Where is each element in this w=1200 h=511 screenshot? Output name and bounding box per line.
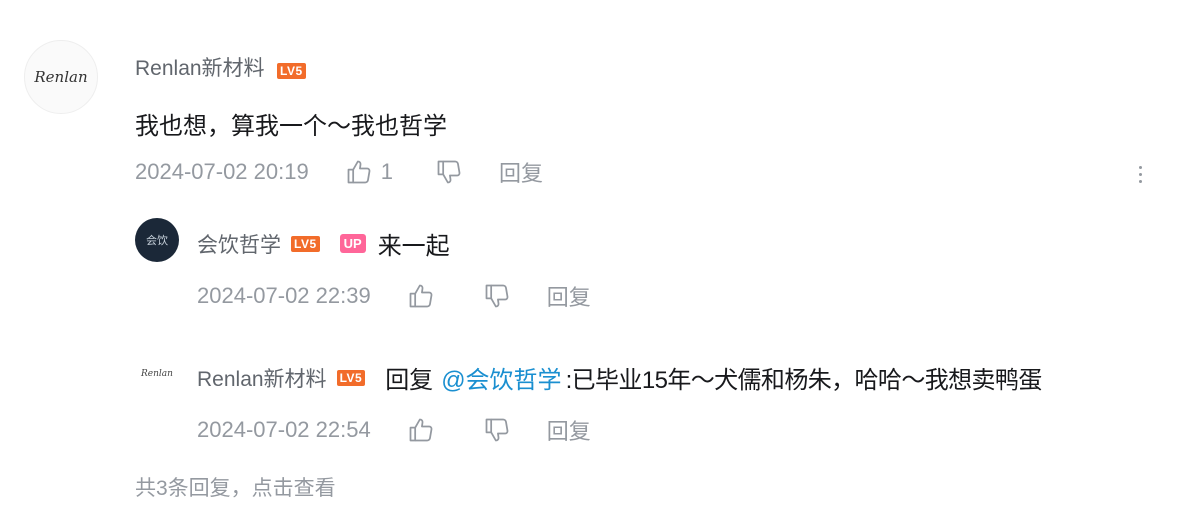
level-badge: LV5 xyxy=(336,369,366,386)
level-badge: LV5 xyxy=(277,62,306,79)
reply-line: 会饮哲学 LV5 UP 来一起 xyxy=(197,226,450,261)
view-all-replies-link[interactable]: 共3条回复，点击查看 xyxy=(135,472,336,502)
username[interactable]: 会饮哲学 xyxy=(197,229,281,259)
reply-button[interactable]: 回复 xyxy=(547,280,591,312)
reply-text: 来一起 xyxy=(377,233,450,260)
avatar[interactable]: Renlan xyxy=(135,352,179,396)
avatar[interactable]: Renlan xyxy=(24,40,98,114)
reply-time: 2024-07-02 22:39 xyxy=(197,283,371,308)
reply-button[interactable]: 回复 xyxy=(547,414,591,446)
avatar-text: 会饮 xyxy=(146,234,168,247)
mention-link[interactable]: @会饮哲学 xyxy=(441,360,561,395)
reply-prefix: 回复 xyxy=(385,367,434,394)
avatar-text: Renlan xyxy=(34,68,88,86)
thumbs-down-icon[interactable] xyxy=(483,282,511,310)
reply-line: Renlan新材料 LV5 回复 @会饮哲学 :已毕业15年～犬儒和杨朱，哈哈～… xyxy=(197,360,1042,395)
reply-meta: 2024-07-02 22:54 回复 xyxy=(197,414,591,446)
up-badge: UP xyxy=(339,234,366,253)
comment-time: 2024-07-02 20:19 xyxy=(135,159,309,184)
level-badge: LV5 xyxy=(291,235,320,252)
like-count: 1 xyxy=(380,159,393,184)
thumbs-up-icon[interactable] xyxy=(407,416,435,444)
reply-text: :已毕业15年～犬儒和杨朱，哈哈～我想卖鸭蛋 xyxy=(565,367,1043,394)
comment-header: Renlan新材料 LV5 xyxy=(135,52,306,82)
reply-time: 2024-07-02 22:54 xyxy=(197,417,371,442)
comment-meta: 2024-07-02 20:19 1 回复 xyxy=(135,156,543,188)
username[interactable]: Renlan新材料 xyxy=(197,363,327,393)
reply-meta: 2024-07-02 22:39 回复 xyxy=(197,280,591,312)
more-vertical-icon[interactable] xyxy=(1128,160,1152,188)
reply-button[interactable]: 回复 xyxy=(499,156,543,188)
thumbs-down-icon[interactable] xyxy=(483,416,511,444)
comment-text: 我也想，算我一个～我也哲学 xyxy=(135,113,447,140)
thumbs-up-icon xyxy=(345,158,373,186)
avatar[interactable]: 会饮 xyxy=(135,218,179,262)
avatar-text: Renlan xyxy=(141,369,173,379)
username[interactable]: Renlan新材料 xyxy=(135,57,265,80)
like-button[interactable]: 1 xyxy=(345,158,393,186)
thumbs-down-icon[interactable] xyxy=(435,158,463,186)
thumbs-up-icon[interactable] xyxy=(407,282,435,310)
